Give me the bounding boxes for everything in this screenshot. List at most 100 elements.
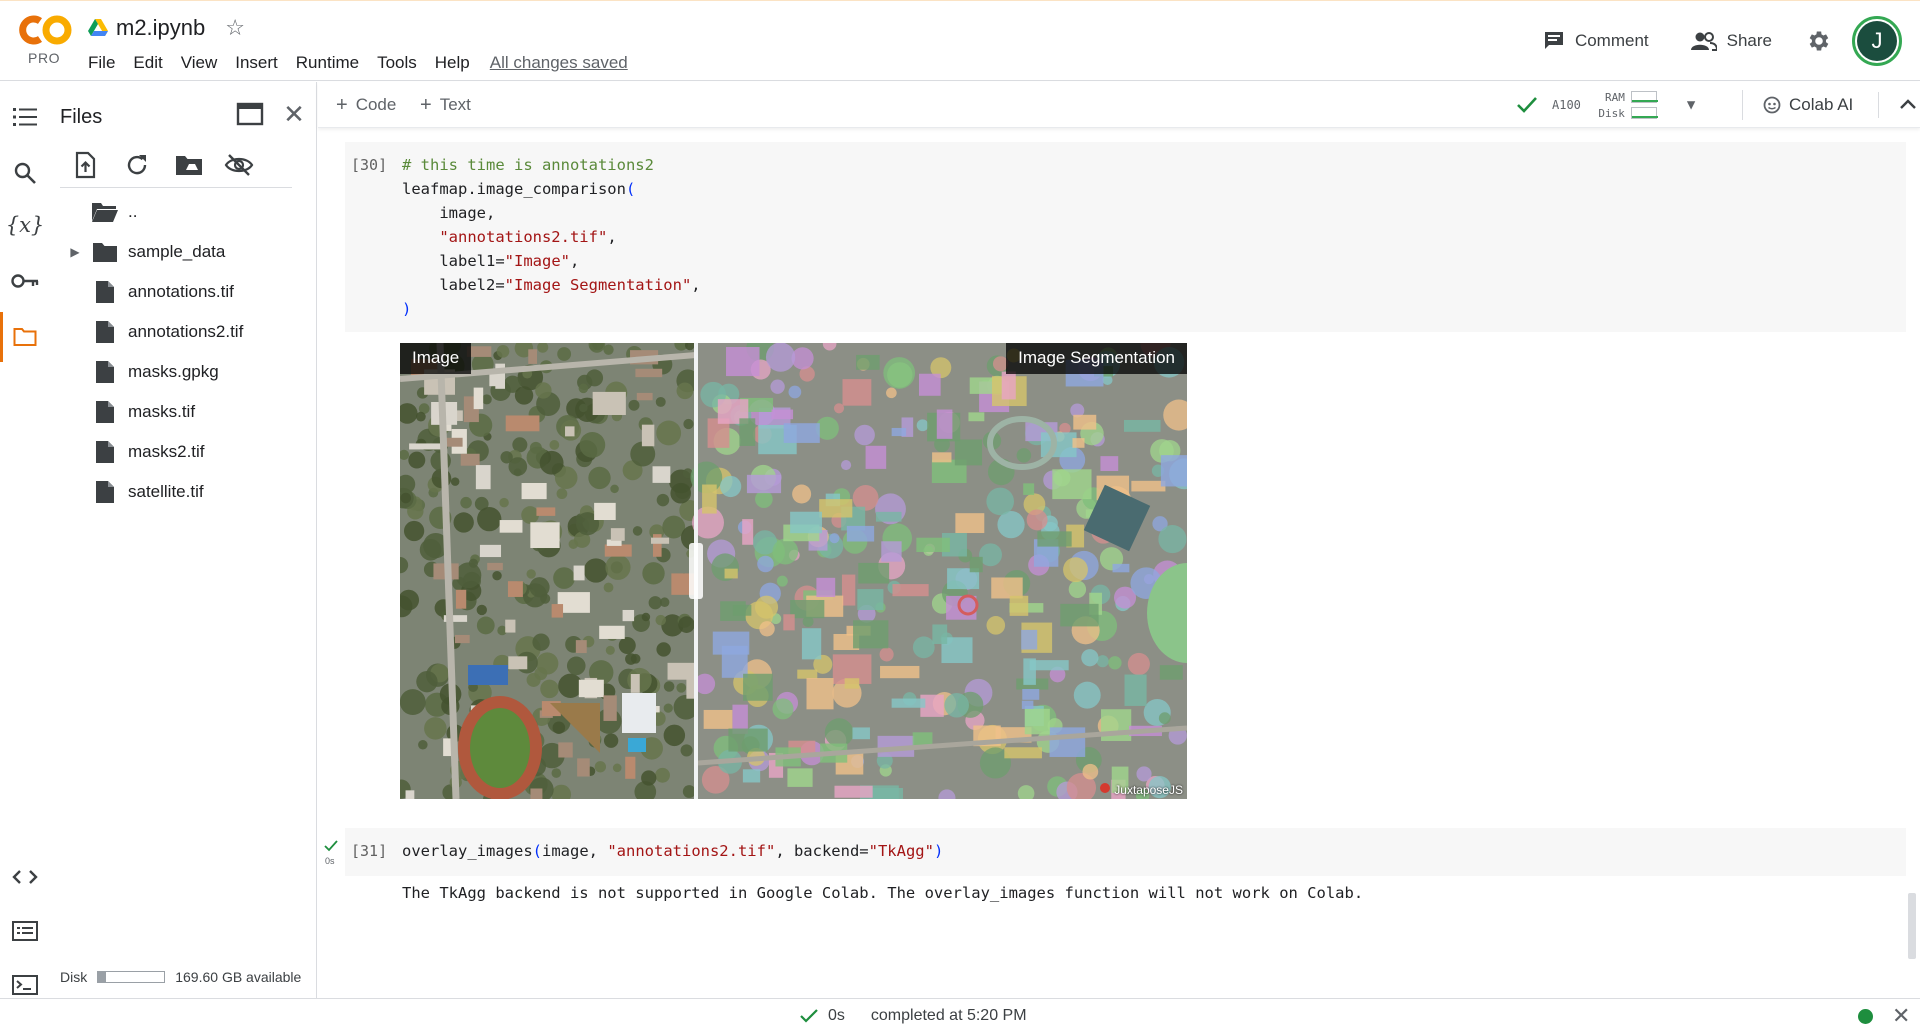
menu-help[interactable]: Help: [435, 53, 470, 73]
code-editor[interactable]: # this time is annotations2 leafmap.image…: [402, 153, 701, 321]
imagery-shape: [521, 506, 539, 524]
tree-item-parent-dir[interactable]: ..: [60, 192, 310, 232]
upload-file-icon[interactable]: [70, 150, 100, 180]
hide-files-icon[interactable]: [224, 150, 254, 180]
code-snippets-icon[interactable]: [10, 862, 40, 892]
refresh-icon[interactable]: [122, 150, 152, 180]
tree-item-file[interactable]: masks2.tif: [60, 432, 310, 472]
chevron-down-icon[interactable]: ▼: [1687, 97, 1695, 113]
imagery-shape: [886, 387, 897, 399]
gear-icon[interactable]: [1806, 28, 1832, 54]
share-button[interactable]: Share: [1677, 21, 1786, 61]
imagery-shape: [936, 409, 953, 439]
imagery-shape: [454, 634, 470, 644]
close-icon[interactable]: ✕: [280, 100, 308, 128]
code-line[interactable]: "annotations2.tif",: [402, 225, 701, 249]
imagery-shape: [852, 727, 870, 740]
imagery-shape: [535, 382, 552, 399]
left-rail: {x}: [0, 82, 48, 998]
code-line[interactable]: label1="Image",: [402, 249, 701, 273]
colab-ai-button[interactable]: Colab AI: [1742, 90, 1853, 120]
code-editor[interactable]: overlay_images(image, "annotations2.tif"…: [402, 839, 943, 863]
imagery-shape: [1158, 712, 1171, 725]
menu-edit[interactable]: Edit: [133, 53, 162, 73]
parent-dir-label: ..: [128, 202, 138, 221]
execution-status[interactable]: 0s completed at 5:20 PM: [800, 1005, 1027, 1027]
variables-icon[interactable]: {x}: [6, 210, 45, 240]
code-line[interactable]: # this time is annotations2: [402, 153, 701, 177]
imagery-shape: [655, 614, 667, 626]
notebook-title[interactable]: m2.ipynb: [116, 15, 205, 41]
imagery-shape: [632, 526, 643, 536]
tree-item-file[interactable]: annotations2.tif: [60, 312, 310, 352]
imagery-shape: [579, 432, 606, 458]
imagery-shape: [724, 568, 738, 579]
code-line[interactable]: label2="Image Segmentation",: [402, 273, 701, 297]
menu-file[interactable]: File: [88, 53, 115, 73]
tree-item-folder[interactable]: ▶ sample_data: [60, 232, 310, 272]
comparison-label-left: Image: [400, 343, 472, 374]
terminal-icon[interactable]: [10, 970, 40, 1000]
image-comparison-widget[interactable]: Image Image Segmentation JuxtaposeJS: [400, 343, 1187, 799]
menu-view[interactable]: View: [181, 53, 218, 73]
command-palette-icon[interactable]: [10, 916, 40, 946]
tree-item-file[interactable]: masks.gpkg: [60, 352, 310, 392]
add-text-button[interactable]: + Text: [420, 90, 471, 120]
code-token: image,: [542, 842, 608, 860]
collapse-header-button[interactable]: [1878, 92, 1920, 118]
google-drive-icon[interactable]: [88, 19, 108, 37]
imagery-shape: [641, 424, 655, 447]
file-name: masks.gpkg: [128, 362, 219, 381]
imagery-shape: [742, 519, 754, 545]
tree-item-file[interactable]: masks.tif: [60, 392, 310, 432]
runtime-status[interactable]: A100 RAM Disk ▼: [1516, 88, 1695, 122]
menu-tools[interactable]: Tools: [377, 53, 417, 73]
disk-usage: Disk 169.60 GB available: [60, 962, 301, 992]
imagery-shape: [1021, 629, 1038, 650]
mount-drive-icon[interactable]: [174, 150, 204, 180]
juxtapose-credit[interactable]: JuxtaposeJS: [1114, 783, 1183, 797]
imagery-shape: [599, 625, 625, 639]
slider-grip-icon[interactable]: [689, 543, 703, 599]
imagery-shape: [683, 418, 694, 430]
code-token: ,: [691, 276, 701, 294]
star-icon[interactable]: ☆: [225, 15, 245, 41]
add-code-button[interactable]: + Code: [336, 90, 396, 120]
imagery-shape: [663, 724, 686, 747]
comparison-imagery: [400, 343, 1187, 799]
close-icon[interactable]: ✕: [1892, 1003, 1910, 1029]
code-line[interactable]: overlay_images(image, "annotations2.tif"…: [402, 839, 943, 863]
open-in-tab-icon[interactable]: [236, 102, 264, 128]
imagery-shape: [530, 788, 543, 799]
save-status-link[interactable]: All changes saved: [490, 53, 628, 73]
imagery-shape: [521, 482, 547, 500]
imagery-shape: [573, 565, 585, 581]
search-icon[interactable]: [10, 158, 40, 188]
table-of-contents-icon[interactable]: [10, 102, 40, 132]
imagery-shape: [530, 522, 560, 549]
imagery-shape: [663, 681, 675, 692]
imagery-shape: [757, 555, 774, 573]
comment-icon: [1544, 32, 1563, 49]
imagery-shape: [881, 541, 902, 562]
code-line[interactable]: ): [402, 297, 701, 321]
ram-meter: RAM: [1595, 89, 1658, 105]
files-folder-icon[interactable]: [10, 322, 40, 352]
colab-logo[interactable]: PRO: [14, 13, 74, 69]
tree-item-file[interactable]: satellite.tif: [60, 472, 310, 512]
secrets-key-icon[interactable]: [10, 266, 40, 296]
comment-button[interactable]: Comment: [1529, 21, 1663, 61]
account-avatar[interactable]: J: [1852, 16, 1902, 66]
code-line[interactable]: image,: [402, 201, 701, 225]
imagery-shape: [641, 770, 657, 786]
code-line[interactable]: leafmap.image_comparison(: [402, 177, 701, 201]
imagery-shape: [499, 520, 523, 533]
expand-caret-icon[interactable]: ▶: [60, 245, 90, 259]
code-token: ,: [569, 252, 580, 270]
menu-runtime[interactable]: Runtime: [296, 53, 359, 73]
notebook-scrollbar[interactable]: [1908, 893, 1916, 959]
tree-item-file[interactable]: annotations.tif: [60, 272, 310, 312]
imagery-shape: [551, 768, 562, 778]
menu-insert[interactable]: Insert: [235, 53, 278, 73]
imagery-shape: [475, 465, 491, 490]
